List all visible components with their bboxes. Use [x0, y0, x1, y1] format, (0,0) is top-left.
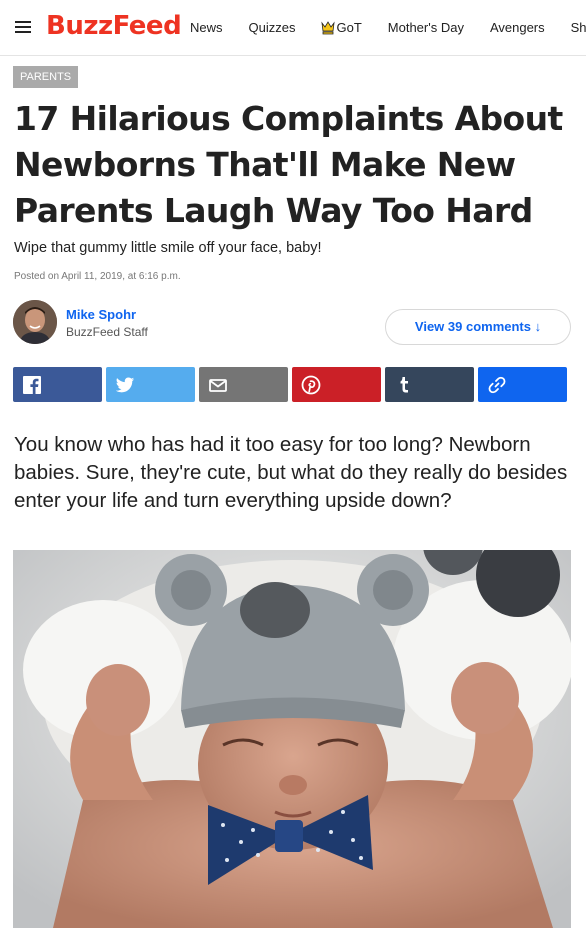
hamburger-menu-icon[interactable]	[15, 21, 31, 33]
email-icon	[208, 375, 228, 395]
view-comments-button[interactable]: View 39 comments ↓	[385, 309, 571, 345]
pinterest-icon	[301, 375, 321, 395]
facebook-icon	[22, 375, 42, 395]
share-tumblr-button[interactable]	[385, 367, 474, 402]
share-twitter-button[interactable]	[106, 367, 195, 402]
top-navigation: BuzzFeed News Quizzes GoT Mother's Day A…	[0, 0, 586, 56]
nav-link-mothers-day[interactable]: Mother's Day	[388, 19, 464, 37]
tumblr-icon	[394, 375, 414, 395]
author-avatar[interactable]	[13, 300, 57, 344]
nav-links: News Quizzes GoT Mother's Day Avengers S…	[190, 19, 586, 37]
category-badge[interactable]: PARENTS	[13, 66, 79, 88]
nav-link-got[interactable]: GoT	[321, 19, 362, 37]
article-title: 17 Hilarious Complaints About Newborns T…	[14, 99, 563, 230]
share-pinterest-button[interactable]	[292, 367, 381, 402]
share-email-button[interactable]	[199, 367, 288, 402]
author-name[interactable]: Mike Spohr	[66, 307, 136, 323]
author-role: BuzzFeed Staff	[66, 325, 148, 339]
buzzfeed-logo[interactable]: BuzzFeed	[46, 11, 182, 41]
article-hero-image	[13, 550, 571, 928]
nav-link-shopping[interactable]: Sho	[571, 19, 586, 37]
article-intro-paragraph: You know who has had it too easy for too…	[14, 433, 568, 512]
nav-link-got-label: GoT	[336, 20, 362, 35]
posted-timestamp: Posted on April 11, 2019, at 6:16 p.m.	[14, 271, 181, 282]
link-icon	[487, 375, 507, 395]
nav-link-avengers[interactable]: Avengers	[490, 19, 545, 37]
got-crown-icon	[321, 21, 336, 35]
nav-link-quizzes[interactable]: Quizzes	[249, 19, 296, 37]
nav-link-news[interactable]: News	[190, 19, 223, 37]
article-description: Wipe that gummy little smile off your fa…	[14, 240, 322, 256]
share-copy-link-button[interactable]	[478, 367, 567, 402]
share-facebook-button[interactable]	[13, 367, 102, 402]
twitter-icon	[115, 375, 135, 395]
